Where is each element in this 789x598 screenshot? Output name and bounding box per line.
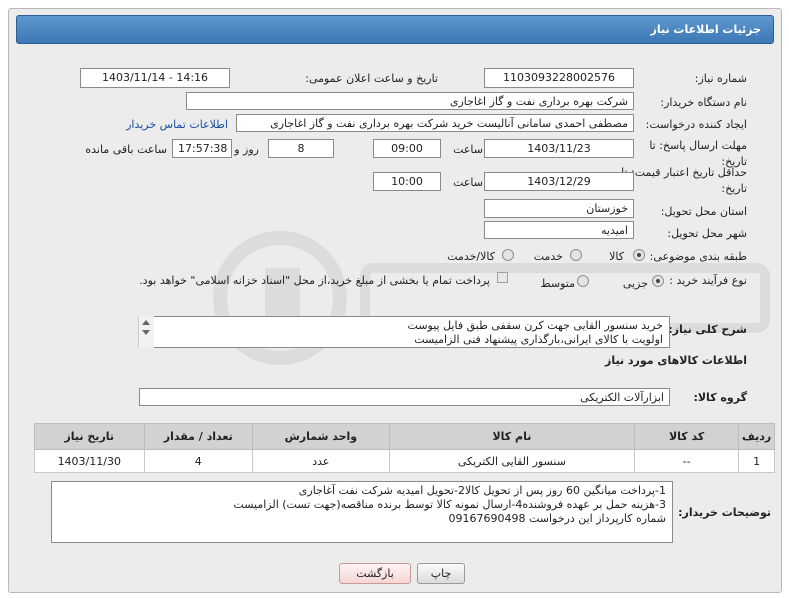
- goods-group-label: گروه کالا:: [693, 391, 747, 404]
- category-label: طبقه بندی موضوعی:: [649, 250, 747, 263]
- col-row-number: ردیف: [738, 423, 775, 450]
- page-title: جزئیات اطلاعات نیاز: [16, 15, 774, 44]
- cell-item-name: سنسور القایی الکتریکی: [388, 449, 636, 473]
- col-need-date: تاریخ نیاز: [34, 423, 145, 450]
- cell-item-code: --: [634, 449, 740, 473]
- goods-group-field: ابزارآلات الکتریکی: [139, 388, 670, 406]
- province-field: خوزستان: [484, 199, 634, 218]
- cell-unit: عدد: [251, 449, 390, 473]
- cell-quantity: 4: [143, 449, 253, 473]
- price-validity-label: حداقل تاریخ اعتبار قیمت: تا: [621, 166, 747, 179]
- days-label: روز و: [234, 143, 259, 156]
- treasury-payment-note: پرداخت تمام یا بخشی از مبلغ خرید،از محل …: [139, 274, 490, 287]
- description-scrollbar[interactable]: [138, 316, 154, 348]
- category-radio-both[interactable]: [502, 249, 514, 261]
- buyer-notes-line: 3-هزینه حمل بر عهده فروشنده4-ارسال نمونه…: [233, 498, 666, 511]
- announce-field: 1403/11/14 - 14:16: [80, 68, 230, 88]
- scroll-down-icon[interactable]: [142, 330, 150, 335]
- contact-info-link[interactable]: اطلاعات تماس خریدار: [126, 118, 228, 131]
- cell-row-number: 1: [738, 449, 775, 473]
- price-time-label: ساعت: [453, 176, 483, 189]
- category-radio-service[interactable]: [570, 249, 582, 261]
- col-quantity: تعداد / مقدار: [143, 423, 253, 450]
- description-line: خرید سنسور القایی جهت کرن سقفی طبق فایل …: [407, 319, 663, 332]
- col-item-code: کد کالا: [634, 423, 740, 450]
- creator-field: مصطفی احمدی سامانی آنالیست خرید شرکت بهر…: [236, 114, 634, 132]
- province-label: استان محل تحویل:: [660, 205, 747, 218]
- reply-date-field: 1403/11/23: [484, 139, 634, 158]
- purchase-medium-label: متوسط: [540, 277, 575, 290]
- need-number-field: 1103093228002576: [484, 68, 634, 88]
- buyer-notes-line: شماره کارپرداز این درخواست 09167690498: [448, 512, 666, 525]
- goods-table: ردیف کد کالا نام کالا واحد شمارش تعداد /…: [34, 423, 775, 473]
- print-button[interactable]: چاپ: [417, 563, 465, 584]
- category-both-label: کالا/خدمت: [447, 250, 495, 263]
- buyer-notes-label: توضیحات خریدار:: [678, 506, 771, 519]
- city-field: امیدیه: [484, 221, 634, 239]
- reply-deadline-label: مهلت ارسال پاسخ: تا: [649, 139, 747, 152]
- col-unit: واحد شمارش: [251, 423, 390, 450]
- announce-label: تاریخ و ساعت اعلان عمومی:: [305, 72, 438, 85]
- table-row: 1 -- سنسور القایی الکتریکی عدد 4 1403/11…: [34, 449, 775, 473]
- city-label: شهر محل تحویل:: [667, 227, 747, 240]
- description-label: شرح کلی نیاز:: [668, 323, 747, 336]
- price-date-field: 1403/12/29: [484, 172, 634, 191]
- creator-label: ایجاد کننده درخواست:: [645, 118, 747, 131]
- cell-need-date: 1403/11/30: [34, 449, 145, 473]
- description-textarea[interactable]: خرید سنسور القایی جهت کرن سقفی طبق فایل …: [138, 316, 670, 348]
- price-time-field: 10:00: [373, 172, 441, 191]
- purchase-minor-label: جزیی: [622, 277, 648, 290]
- category-radio-goods[interactable]: [633, 249, 645, 261]
- purchase-radio-medium[interactable]: [577, 275, 589, 287]
- days-field: 8: [268, 139, 334, 158]
- description-line: اولویت با کالای ایرانی،بارگذاری پیشنهاد …: [414, 333, 663, 346]
- col-item-name: نام کالا: [388, 423, 636, 450]
- buyer-org-label: نام دستگاه خریدار:: [660, 96, 747, 109]
- reply-time-label: ساعت: [453, 143, 483, 156]
- table-header-row: ردیف کد کالا نام کالا واحد شمارش تعداد /…: [34, 423, 775, 450]
- category-goods-label: کالا: [609, 250, 624, 263]
- treasury-payment-checkbox[interactable]: [497, 272, 508, 283]
- buyer-notes-textarea[interactable]: 1-پرداخت میانگین 60 روز پس از تحویل کالا…: [51, 481, 673, 543]
- goods-section-title: اطلاعات کالاهای مورد نیاز: [605, 354, 747, 367]
- category-service-label: خدمت: [533, 250, 563, 263]
- back-button[interactable]: بازگشت: [339, 563, 411, 584]
- remaining-label: ساعت باقی مانده: [85, 143, 167, 156]
- price-validity-label-2: تاریخ:: [721, 182, 747, 195]
- buyer-org-field: شرکت بهره برداری نفت و گاز اغاجاری: [186, 92, 634, 110]
- purchase-radio-minor[interactable]: [652, 275, 664, 287]
- purchase-type-label: نوع فرآیند خرید :: [669, 274, 747, 287]
- need-number-label: شماره نیاز:: [694, 72, 747, 85]
- reply-time-field: 09:00: [373, 139, 441, 158]
- scroll-up-icon[interactable]: [142, 320, 150, 325]
- buyer-notes-line: 1-پرداخت میانگین 60 روز پس از تحویل کالا…: [298, 484, 666, 497]
- remaining-time-field: 17:57:38: [172, 139, 232, 158]
